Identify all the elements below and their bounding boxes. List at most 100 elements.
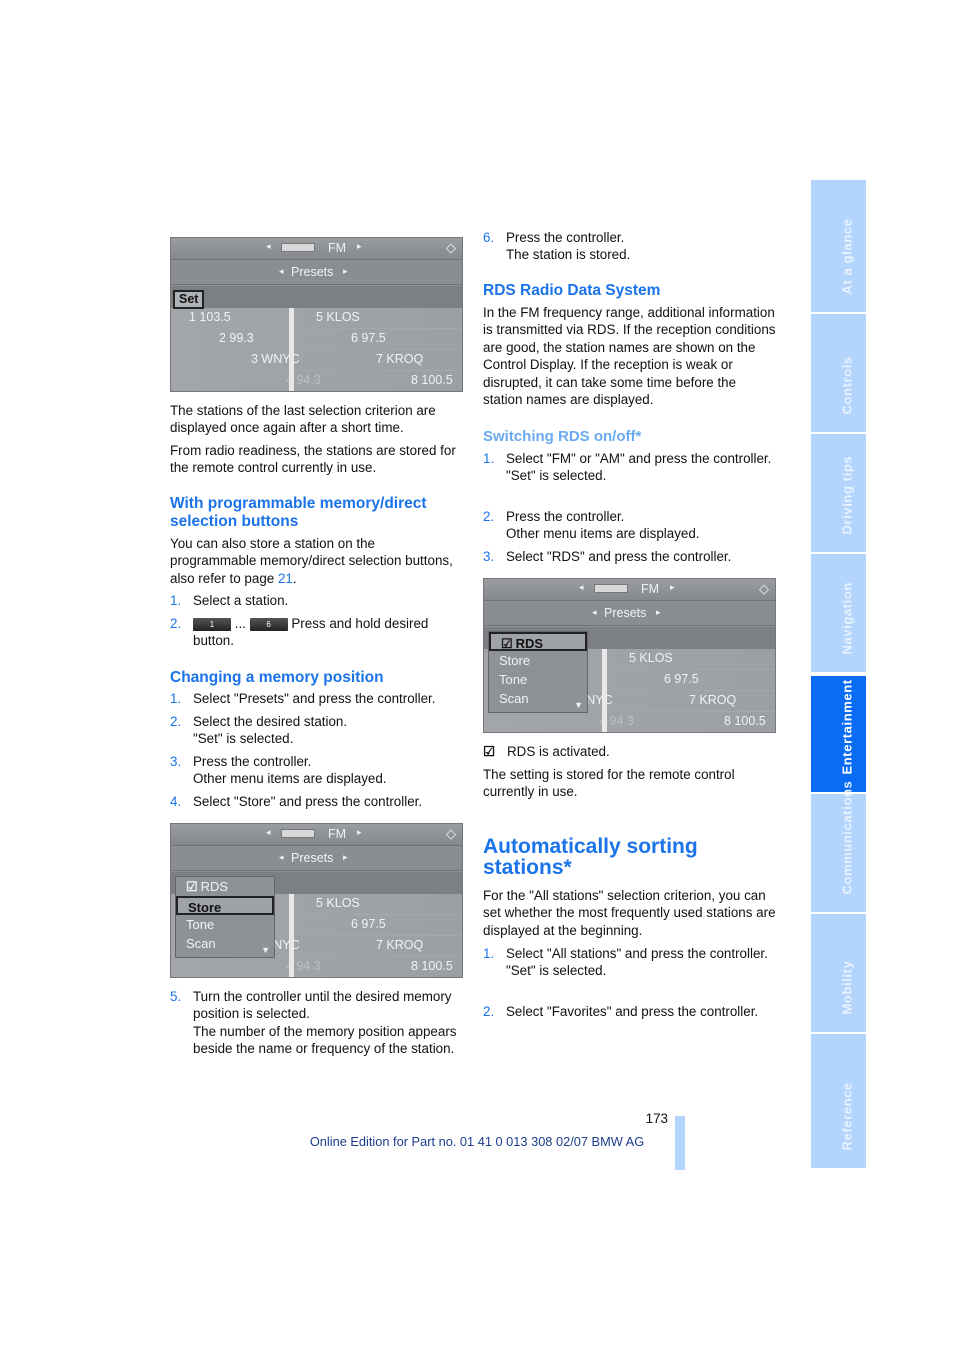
- list-text: Select "Store" and press the controller.: [193, 794, 423, 809]
- rds-status: ☑ RDS is activated.: [483, 743, 776, 760]
- sidebar-tab-driving-tips[interactable]: Driving tips: [811, 434, 866, 552]
- list-number: 4.: [170, 794, 182, 809]
- menu-item-label: Scan: [499, 691, 529, 706]
- memory-button-icon: 6: [249, 617, 288, 631]
- station-row: 1 103.5 5 KLOS: [171, 308, 462, 329]
- arrow-left-icon: ◂: [279, 266, 284, 276]
- list-number: 1.: [170, 593, 182, 608]
- list-text: Press the controller.: [506, 509, 625, 524]
- list-item: 4. Select "Store" and press the controlle…: [170, 793, 463, 810]
- list-item: 6. Press the controller. The station is st…: [483, 229, 776, 264]
- controller-icon: ◇: [759, 581, 769, 596]
- list-text: Press the controller.: [506, 230, 625, 245]
- ellipsis: ...: [234, 616, 246, 631]
- list-divider: [289, 894, 294, 977]
- sidebar-tab-communications[interactable]: Communications: [811, 781, 866, 912]
- sidebar-tab-label: Mobility: [839, 960, 854, 1015]
- set-button[interactable]: Set: [173, 290, 205, 309]
- menu-item-store[interactable]: Store: [489, 651, 587, 670]
- arrow-left-icon: ◂: [579, 582, 584, 592]
- sidebar-tab-mobility[interactable]: Mobility: [811, 914, 866, 1032]
- list-subtext: "Set" is selected.: [506, 468, 607, 484]
- station-right: 8 100.5: [724, 714, 766, 728]
- station-right: 6 97.5: [351, 917, 386, 931]
- list-item: 1. Select "All stations" and press the co…: [483, 945, 776, 980]
- list-divider: [289, 308, 294, 391]
- list-subtext: "Set" is selected.: [506, 963, 607, 979]
- list-subtext: The number of the memory position appear…: [193, 1023, 457, 1057]
- list-number: 2.: [170, 714, 182, 729]
- station-right: 6 97.5: [664, 672, 699, 686]
- list-divider: [602, 649, 607, 732]
- list-text: Turn the controller until the desired me…: [193, 989, 452, 1022]
- paragraph: In the FM frequency range, additional in…: [483, 305, 776, 408]
- sidebar-tab-navigation[interactable]: Navigation: [811, 554, 866, 672]
- paragraph: You can also store a station on the prog…: [170, 535, 463, 587]
- list-text: Select "Favorites" and press the control…: [506, 1004, 759, 1019]
- list-number: 3.: [483, 549, 495, 564]
- checkmark-icon: ☑: [186, 879, 198, 894]
- sidebar-tab-label: Communications: [839, 780, 854, 895]
- list-subtext: Other menu items are displayed.: [506, 526, 700, 542]
- menu-item-tone[interactable]: Tone: [176, 915, 274, 934]
- sidebar-tab-label: Controls: [839, 356, 854, 415]
- sidebar-tab-at-a-glance[interactable]: At a glance: [811, 180, 866, 312]
- station-right: 7 KROQ: [376, 938, 424, 952]
- station-right: 8 100.5: [411, 959, 453, 973]
- section-heading: RDS Radio Data System: [483, 282, 661, 299]
- paragraph: For the "All stations" selection criteri…: [483, 888, 776, 938]
- paragraph-text: You can also store a station on the prog…: [170, 536, 453, 586]
- paragraph: From radio readiness, the stations are s…: [170, 443, 456, 476]
- menu-item-rds[interactable]: ☑ RDS: [489, 632, 587, 651]
- list-number: 3.: [170, 754, 182, 769]
- arrow-right-icon: ▸: [656, 607, 661, 617]
- station-row: 2 99.3 6 97.5: [171, 329, 462, 350]
- list-item: 1. Select a station.: [170, 592, 463, 609]
- list-text: Press the controller.: [193, 754, 312, 769]
- footer-edition: Online Edition for Part no. 01 41 0 013 …: [309, 1134, 645, 1149]
- list-number: 2.: [483, 1004, 495, 1019]
- list-item: 2. Select "Favorites" and press the contr…: [483, 1003, 776, 1020]
- paragraph: The stations of the last selection crite…: [170, 403, 436, 436]
- menu-item-label: RDS: [515, 636, 544, 651]
- radio-icon: [594, 584, 628, 593]
- options-menu: ☑ RDS Store Tone Scan ▼: [488, 631, 588, 713]
- presets-label: Presets: [604, 606, 647, 620]
- menu-item-scan[interactable]: Scan: [489, 689, 587, 708]
- menu-item-rds[interactable]: ☑ RDS: [176, 877, 274, 896]
- controller-icon: ◇: [446, 826, 456, 841]
- band-label: FM: [328, 827, 347, 841]
- section-heading: Changing a memory position: [170, 669, 384, 686]
- arrow-right-icon: ▸: [357, 241, 362, 251]
- menu-item-label: Store: [499, 653, 531, 668]
- sidebar-tab-reference[interactable]: Reference: [811, 1034, 866, 1168]
- screen-presets-bar: ◂ Presets ▸: [484, 602, 775, 626]
- controller-icon: ◇: [446, 240, 456, 255]
- arrow-left-icon: ◂: [592, 607, 597, 617]
- menu-item-store[interactable]: Store: [176, 896, 274, 915]
- sidebar-tab-controls[interactable]: Controls: [811, 314, 866, 432]
- band-label: FM: [328, 241, 347, 255]
- list-number: 6.: [483, 230, 495, 245]
- menu-item-tone[interactable]: Tone: [489, 670, 587, 689]
- menu-item-scan[interactable]: Scan: [176, 934, 274, 953]
- sidebar-tab-entertainment[interactable]: Entertainment: [811, 676, 866, 792]
- station-right: 5 KLOS: [316, 896, 360, 910]
- list-item: 2. Select the desired station. "Set" is se…: [170, 713, 463, 748]
- sidebar-tab-label: Reference: [839, 1082, 854, 1151]
- list-number: 1.: [170, 691, 182, 706]
- list-text: Select "FM" or "AM" and press the contro…: [506, 451, 772, 466]
- screen-band-bar: ◂ FM ▸ ◇: [171, 824, 462, 846]
- arrow-right-icon: ▸: [670, 582, 675, 592]
- sidebar-tab-label: Driving tips: [839, 455, 854, 535]
- screen-presets-bar: ◂ Presets ▸: [171, 261, 462, 285]
- list-number: 5.: [170, 989, 182, 1004]
- screen-presets-bar: ◂ Presets ▸: [171, 847, 462, 871]
- menu-item-label: Tone: [499, 672, 528, 687]
- arrow-right-icon: ▸: [357, 827, 362, 837]
- list-text: Select "All stations" and press the cont…: [506, 946, 768, 961]
- station-right: 5 KLOS: [316, 310, 360, 324]
- radio-screen-rds: ◂ FM ▸ ◇ ◂ Presets ▸ 5 KLOS 6 97.5 3 WNYC 7 KROQ 4 …: [483, 578, 776, 733]
- arrow-right-icon: ▸: [343, 266, 348, 276]
- page-link[interactable]: 21: [278, 571, 293, 586]
